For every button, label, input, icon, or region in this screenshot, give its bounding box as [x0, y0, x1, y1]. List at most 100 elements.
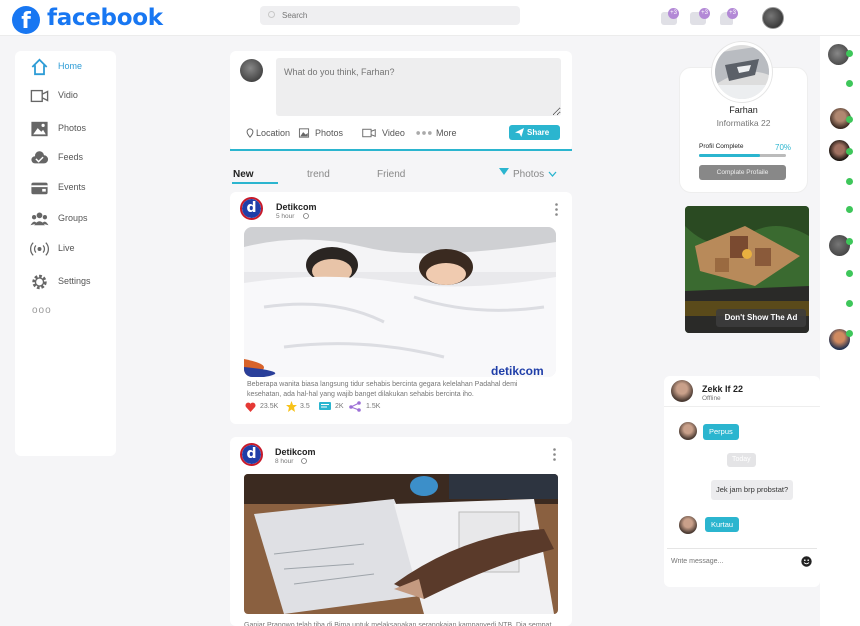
nav-item-video[interactable]: Vidio [15, 84, 116, 108]
message-badge: +3 [699, 8, 710, 19]
more-button[interactable]: More [436, 128, 457, 138]
composer-avatar [240, 59, 263, 82]
online-indicator [846, 270, 853, 277]
post-image[interactable] [244, 227, 556, 377]
nav-label: Live [58, 243, 75, 253]
user-avatar[interactable] [762, 7, 784, 29]
nav-item-settings[interactable]: Settings [15, 270, 116, 294]
nav-label: Settings [58, 276, 91, 286]
post-author-avatar[interactable]: d [240, 443, 263, 466]
complete-profile-button[interactable]: Complate Profaile [699, 165, 786, 180]
brand-name[interactable]: facebook [47, 5, 163, 31]
post-author[interactable]: Detikcom [275, 447, 316, 457]
tab-trend[interactable]: trend [307, 169, 330, 180]
chat-message-input[interactable] [671, 555, 791, 568]
online-indicator [846, 206, 853, 213]
star-icon[interactable] [286, 401, 297, 412]
nav-label: Groups [58, 213, 88, 223]
search-input[interactable] [260, 6, 520, 25]
online-indicator [846, 80, 853, 87]
chat-input-divider [667, 548, 817, 549]
message-bubble: Kurtau [705, 517, 740, 532]
emoji-icon[interactable] [801, 556, 812, 567]
tab-indicator [232, 182, 278, 184]
left-nav: Home Vidio Photos Feeds Events Groups Li… [15, 51, 116, 456]
video-button[interactable]: Video [382, 128, 405, 138]
profile-photo [715, 45, 769, 99]
comment-icon[interactable] [319, 402, 331, 412]
date-separator: Today [727, 453, 756, 467]
filter-dropdown[interactable]: Photos [513, 169, 544, 180]
post-author[interactable]: Detikcom [276, 202, 317, 212]
share-label: Share [527, 128, 550, 137]
location-button[interactable]: Location [256, 128, 290, 138]
more-dots-icon [416, 131, 432, 135]
nav-item-home[interactable]: Home [15, 55, 116, 79]
settings-icon [32, 274, 47, 290]
chevron-down-icon [548, 171, 557, 177]
post-text: Ganjar Pranowo telah tiba di Bima untuk … [244, 622, 552, 626]
message-bubble: Perpus [703, 424, 739, 440]
profile-complete-label: Profil Complete [699, 143, 744, 150]
photos-icon [31, 121, 48, 137]
online-indicator [846, 148, 853, 155]
facebook-logo-icon[interactable]: f [12, 6, 40, 34]
video-icon [30, 89, 49, 103]
nav-more-icon[interactable]: ooo [32, 305, 52, 316]
profile-avatar[interactable] [712, 42, 772, 102]
post-time: 8 hour [275, 458, 294, 465]
nav-item-groups[interactable]: Groups [15, 207, 116, 231]
tab-new[interactable]: New [233, 169, 254, 180]
globe-icon [301, 458, 307, 464]
events-icon [31, 182, 48, 195]
online-indicator [846, 300, 853, 307]
online-indicator [846, 178, 853, 185]
post-time: 5 hour [276, 213, 295, 220]
nav-label: Vidio [58, 90, 78, 100]
message-avatar [679, 422, 697, 440]
post-menu-icon[interactable] [553, 448, 556, 461]
desk-photo [244, 474, 558, 614]
online-indicator [846, 330, 853, 337]
hide-ad-button[interactable]: Don't Show The Ad [716, 309, 806, 327]
profile-subtitle: Informatika 22 [716, 118, 771, 128]
nav-label: Home [58, 61, 83, 71]
nav-label: Events [58, 182, 86, 192]
nav-item-photos[interactable]: Photos [15, 117, 116, 141]
nav-item-feeds[interactable]: Feeds [15, 146, 116, 170]
online-indicator [846, 50, 853, 57]
bed-photo [244, 227, 556, 377]
online-indicator [846, 238, 853, 245]
composer-input[interactable] [276, 58, 561, 116]
heart-icon[interactable] [245, 402, 256, 412]
chat-divider [664, 406, 820, 407]
chat-contact-name[interactable]: Zekk If 22 [702, 384, 743, 394]
location-icon [246, 128, 254, 138]
nav-item-live[interactable]: Live [15, 237, 116, 261]
chat-contact-avatar[interactable] [671, 380, 693, 402]
filter-icon [499, 168, 509, 175]
share-count: 1.5K [366, 403, 381, 410]
post-text: Beberapa wanita biasa langsung tidur seh… [247, 381, 518, 398]
composer-divider [230, 149, 572, 151]
video-icon [362, 128, 376, 138]
nav-label: Feeds [58, 152, 84, 162]
message-bubble: Jek jam brp probstat? [711, 480, 794, 500]
online-indicator [846, 116, 853, 123]
photos-button[interactable]: Photos [315, 128, 343, 138]
live-icon [30, 242, 49, 256]
post-image[interactable] [244, 474, 558, 614]
tab-friend[interactable]: Friend [377, 169, 405, 180]
profile-name: Farhan [729, 105, 758, 115]
nav-item-events[interactable]: Events [15, 176, 116, 200]
nav-label: Photos [58, 123, 87, 133]
comment-count: 2K [335, 403, 344, 410]
post-menu-icon[interactable] [555, 203, 558, 216]
post-author-avatar[interactable]: d [240, 197, 263, 220]
profile-progress-fill [699, 154, 760, 157]
globe-icon [303, 213, 309, 219]
message-avatar [679, 516, 697, 534]
share-icon[interactable] [349, 401, 361, 412]
share-button[interactable]: Share [509, 125, 560, 140]
profile-complete-percent: 70% [775, 143, 792, 152]
